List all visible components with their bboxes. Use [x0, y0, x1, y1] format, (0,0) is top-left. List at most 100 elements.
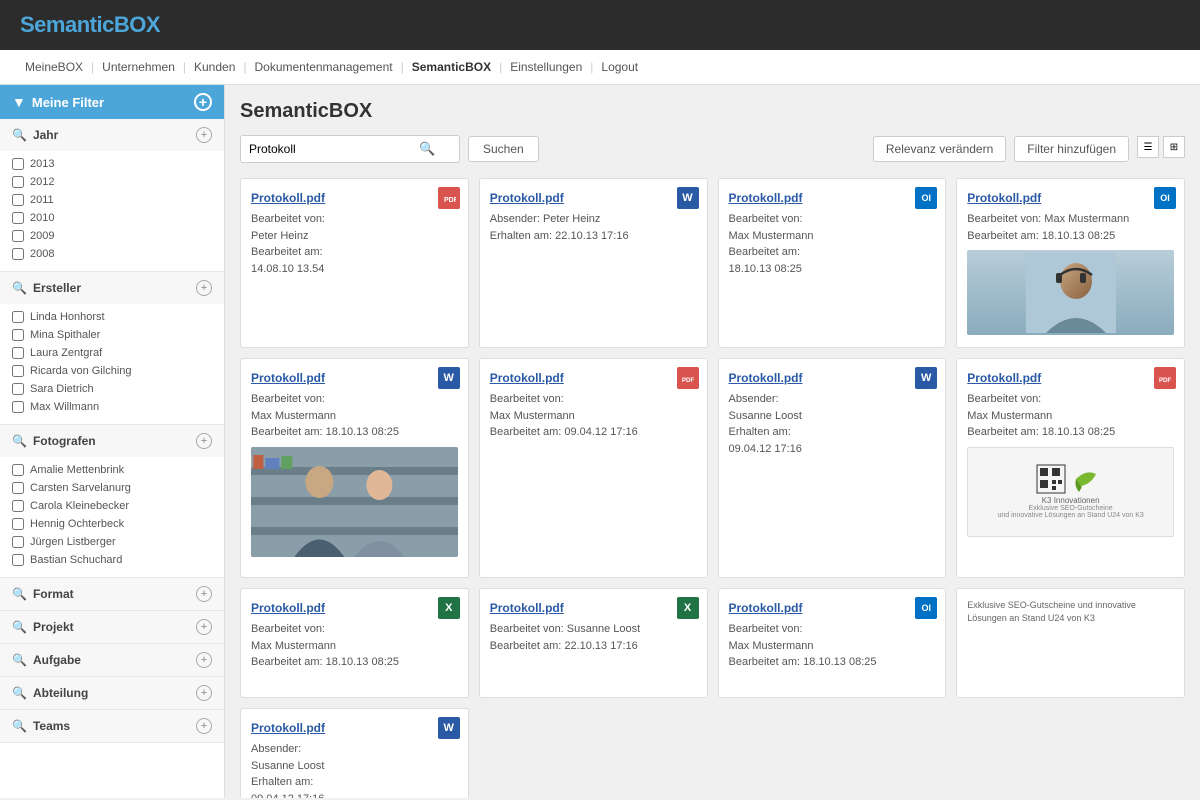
section-add-fotografen[interactable]: + [196, 433, 212, 449]
card-8: PDF Protokoll.pdf Bearbeitet von:Max Mus… [956, 358, 1185, 578]
sidebar-item-2009[interactable]: 2009 [12, 227, 212, 245]
card-meta-6: Bearbeitet von:Max Mustermann Bearbeitet… [490, 391, 697, 441]
cards-grid: PDF Protokoll.pdf Bearbeitet von:Peter H… [240, 178, 1185, 798]
card-icon-pdf-8: PDF [1154, 367, 1176, 389]
sidebar-item-sara[interactable]: Sara Dietrich [12, 380, 212, 398]
view-grid-button[interactable]: ⊞ [1163, 136, 1185, 158]
card-title-6[interactable]: Protokoll.pdf [490, 371, 697, 385]
card-icon-word-7: W [915, 367, 937, 389]
card-title-10[interactable]: Protokoll.pdf [490, 601, 697, 615]
sidebar-section-projekt[interactable]: 🔍 Projekt + [0, 611, 224, 644]
sidebar-item-2011[interactable]: 2011 [12, 191, 212, 209]
card-title-7[interactable]: Protokoll.pdf [729, 371, 936, 385]
sidebar-items-fotografen: Amalie Mettenbrink Carsten Sarvelanurg C… [0, 457, 224, 577]
card-6: PDF Protokoll.pdf Bearbeitet von:Max Mus… [479, 358, 708, 578]
nav-meinebox[interactable]: MeineBOX [20, 58, 88, 76]
sidebar-item-ricarda[interactable]: Ricarda von Gilching [12, 362, 212, 380]
section-add-projekt[interactable]: + [196, 619, 212, 635]
sidebar-item-2008[interactable]: 2008 [12, 245, 212, 263]
sidebar-item-2010[interactable]: 2010 [12, 209, 212, 227]
card-image-headset [967, 250, 1174, 335]
card-title-11[interactable]: Protokoll.pdf [729, 601, 936, 615]
section-add-abteilung[interactable]: + [196, 685, 212, 701]
card-meta-11: Bearbeitet von:Max Mustermann Bearbeitet… [729, 621, 936, 671]
sidebar-item-2012[interactable]: 2012 [12, 173, 212, 191]
section-add-format[interactable]: + [196, 586, 212, 602]
logo-semantic: Semantic [20, 12, 114, 37]
card-title-1[interactable]: Protokoll.pdf [251, 191, 458, 205]
search-icon-main: 🔍 [419, 141, 435, 157]
sidebar-item-carsten[interactable]: Carsten Sarvelanurg [12, 479, 212, 497]
nav-logout[interactable]: Logout [596, 58, 643, 76]
card-meta-12: Exklusive SEO-Gutscheine und innovative … [967, 599, 1174, 624]
sidebar-section-format[interactable]: 🔍 Format + [0, 578, 224, 611]
sidebar-item-2013[interactable]: 2013 [12, 155, 212, 173]
card-title-5[interactable]: Protokoll.pdf [251, 371, 458, 385]
section-title-ersteller: Ersteller [33, 281, 81, 295]
sidebar-section-teams[interactable]: 🔍 Teams + [0, 710, 224, 743]
sidebar-item-amalie[interactable]: Amalie Mettenbrink [12, 461, 212, 479]
section-add-ersteller[interactable]: + [196, 280, 212, 296]
filter-button[interactable]: Filter hinzufügen [1014, 136, 1129, 162]
section-add-teams[interactable]: + [196, 718, 212, 734]
section-title-jahr: Jahr [33, 128, 58, 142]
svg-text:PDF: PDF [682, 378, 694, 384]
card-9: X Protokoll.pdf Bearbeitet von:Max Muste… [240, 588, 469, 698]
card-icon-outlook-11: Ol [915, 597, 937, 619]
sidebar-section-jahr: 🔍 Jahr + 2013 2012 2011 2010 2009 2008 [0, 119, 224, 272]
card-icon-pdf-1: PDF [438, 187, 460, 209]
card-icon-outlook-4: Ol [1154, 187, 1176, 209]
card-5: W Protokoll.pdf Bearbeitet von:Max Muste… [240, 358, 469, 578]
card-2: W Protokoll.pdf Absender: Peter Heinz Er… [479, 178, 708, 348]
card-3: Ol Protokoll.pdf Bearbeitet von:Max Must… [718, 178, 947, 348]
sidebar-item-bastian[interactable]: Bastian Schuchard [12, 551, 212, 569]
section-add-jahr[interactable]: + [196, 127, 212, 143]
sidebar-add-button[interactable]: + [194, 93, 212, 111]
card-meta-5: Bearbeitet von:Max Mustermann Bearbeitet… [251, 391, 458, 441]
card-icon-excel-9: X [438, 597, 460, 619]
view-list-button[interactable]: ☰ [1137, 136, 1159, 158]
nav-semanticbox[interactable]: SemanticBOX [407, 58, 496, 76]
search-icon-ersteller: 🔍 [12, 281, 27, 295]
sidebar-items-ersteller: Linda Honhorst Mina Spithaler Laura Zent… [0, 304, 224, 424]
sidebar-section-aufgabe[interactable]: 🔍 Aufgabe + [0, 644, 224, 677]
card-title-3[interactable]: Protokoll.pdf [729, 191, 936, 205]
card-4: Ol Protokoll.pdf Bearbeitet von: Max Mus… [956, 178, 1185, 348]
card-title-9[interactable]: Protokoll.pdf [251, 601, 458, 615]
relevanz-button[interactable]: Relevanz verändern [873, 136, 1006, 162]
sidebar-item-hennig[interactable]: Hennig Ochterbeck [12, 515, 212, 533]
search-input-wrap: 🔍 [240, 135, 460, 163]
filter-icon: ▼ [12, 94, 26, 110]
sidebar-header-label: Meine Filter [32, 95, 104, 110]
card-11: Ol Protokoll.pdf Bearbeitet von:Max Must… [718, 588, 947, 698]
nav-dokumentenmanagement[interactable]: Dokumentenmanagement [250, 58, 398, 76]
card-meta-2: Absender: Peter Heinz Erhalten am: 22.10… [490, 211, 697, 244]
card-title-8[interactable]: Protokoll.pdf [967, 371, 1174, 385]
sidebar-item-laura[interactable]: Laura Zentgraf [12, 344, 212, 362]
section-add-aufgabe[interactable]: + [196, 652, 212, 668]
card-title-4[interactable]: Protokoll.pdf [967, 191, 1174, 205]
sidebar-section-fotografen-header[interactable]: 🔍 Fotografen + [0, 425, 224, 457]
sidebar-item-linda[interactable]: Linda Honhorst [12, 308, 212, 326]
nav-einstellungen[interactable]: Einstellungen [505, 58, 587, 76]
card-title-2[interactable]: Protokoll.pdf [490, 191, 697, 205]
card-meta-4: Bearbeitet von: Max Mustermann Bearbeite… [967, 211, 1174, 244]
sidebar-section-jahr-header[interactable]: 🔍 Jahr + [0, 119, 224, 151]
search-input[interactable] [249, 142, 419, 156]
sidebar-item-max[interactable]: Max Willmann [12, 398, 212, 416]
card-title-13[interactable]: Protokoll.pdf [251, 721, 458, 735]
nav-unternehmen[interactable]: Unternehmen [97, 58, 180, 76]
sidebar-section-abteilung[interactable]: 🔍 Abteilung + [0, 677, 224, 710]
sidebar-item-carola[interactable]: Carola Kleinebecker [12, 497, 212, 515]
search-button[interactable]: Suchen [468, 136, 539, 162]
svg-text:PDF: PDF [444, 197, 456, 204]
sidebar-item-jurgen[interactable]: Jürgen Listberger [12, 533, 212, 551]
section-title-projekt: Projekt [33, 620, 74, 634]
search-icon-format: 🔍 [12, 587, 27, 601]
sidebar-item-mina[interactable]: Mina Spithaler [12, 326, 212, 344]
card-meta-13: Absender:Susanne Loost Erhalten am:09.04… [251, 741, 458, 798]
sidebar-section-ersteller-header[interactable]: 🔍 Ersteller + [0, 272, 224, 304]
nav-kunden[interactable]: Kunden [189, 58, 240, 76]
card-icon-word-2: W [677, 187, 699, 209]
card-icon-pdf-6: PDF [677, 367, 699, 389]
